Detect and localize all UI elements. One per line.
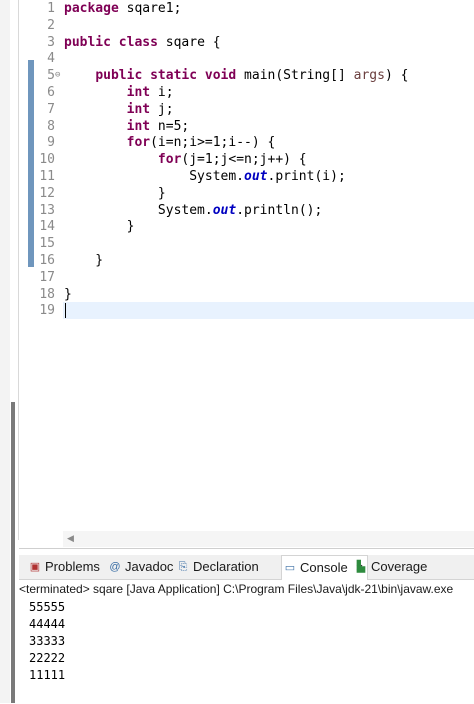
code-editor[interactable]: 1 package sqare1; 2 3 public class sqare { 4 5… bbox=[19, 0, 474, 548]
console-output-line: 22222 bbox=[29, 651, 66, 665]
code-line[interactable]: 2 bbox=[19, 17, 474, 34]
line-number: 11 bbox=[39, 169, 55, 184]
window-left-edge bbox=[0, 0, 10, 703]
line-number: 8 bbox=[47, 118, 55, 134]
console-status-line: <terminated> sqare [Java Application] C:… bbox=[19, 580, 474, 598]
line-number: 9 bbox=[47, 135, 55, 151]
tab-label: Coverage bbox=[371, 559, 428, 574]
code-line[interactable]: 9 for(i=n;i>=1;i--) { bbox=[19, 134, 474, 151]
code-text: int i; bbox=[126, 85, 174, 100]
console-output-line: 44444 bbox=[29, 617, 66, 631]
code-text: System.out.println(); bbox=[64, 202, 323, 218]
code-text: for(i=n;i>=1;i--) { bbox=[126, 135, 276, 151]
code-line[interactable]: 16 } bbox=[19, 252, 474, 269]
code-text: } bbox=[64, 185, 166, 201]
code-text: public static void main(String[] args) { bbox=[95, 68, 409, 84]
code-text: } bbox=[64, 219, 135, 235]
console-icon: ▭ bbox=[284, 562, 296, 574]
console-output-line: 11111 bbox=[29, 668, 66, 682]
code-line[interactable]: 14 } bbox=[19, 218, 474, 235]
line-number: 16 bbox=[39, 253, 55, 268]
code-line[interactable]: 15 bbox=[19, 235, 474, 252]
code-line[interactable]: 18} bbox=[19, 286, 474, 303]
code-line[interactable]: 6 int i; bbox=[19, 84, 474, 101]
code-line[interactable]: 8 int n=5; bbox=[19, 118, 474, 135]
code-line[interactable]: 4 bbox=[19, 50, 474, 67]
fold-toggle-icon[interactable]: ⊖ bbox=[55, 67, 60, 84]
javadoc-icon: @ bbox=[109, 561, 121, 573]
scroll-left-arrow-icon[interactable]: ◀ bbox=[67, 531, 74, 547]
code-text: int n=5; bbox=[126, 118, 190, 134]
line-number: 1 bbox=[47, 1, 55, 16]
line-number: 5 bbox=[47, 68, 55, 84]
console-output-line: 55555 bbox=[29, 600, 66, 614]
tab-label: Javadoc bbox=[125, 559, 174, 574]
text-cursor bbox=[65, 303, 66, 318]
code-line[interactable]: 5 ⊖ public static void main(String[] args… bbox=[19, 67, 474, 84]
declaration-icon: ⎘ bbox=[178, 561, 188, 573]
tab-label: Problems bbox=[45, 559, 100, 574]
console-output[interactable]: 55555 44444 33333 22222 11111 bbox=[29, 599, 65, 684]
code-line[interactable]: 11 System.out.print(i); bbox=[19, 168, 474, 185]
line-number: 4 bbox=[47, 51, 55, 67]
line-number: 6 bbox=[47, 85, 55, 100]
code-line[interactable]: 12 } bbox=[19, 185, 474, 202]
tab-problems[interactable]: ▣ Problems bbox=[29, 555, 100, 579]
line-number: 19 bbox=[39, 303, 55, 319]
code-text: package sqare1; bbox=[64, 1, 182, 16]
tab-declaration[interactable]: ⎘ Declaration bbox=[177, 555, 259, 579]
vertical-scrollbar[interactable] bbox=[11, 402, 15, 703]
bottom-view-panel: ▣ Problems @ Javadoc ⎘ Declaration ▭ Console × ▙ C… bbox=[19, 548, 474, 704]
tab-coverage[interactable]: ▙ Coverage bbox=[355, 555, 428, 579]
code-line[interactable]: 13 System.out.println(); bbox=[19, 202, 474, 219]
code-line[interactable]: 19 bbox=[19, 302, 474, 319]
code-line[interactable]: 1 package sqare1; bbox=[19, 0, 474, 17]
line-number: 15 bbox=[39, 236, 55, 252]
line-number: 7 bbox=[47, 101, 55, 117]
tab-javadoc[interactable]: @ Javadoc bbox=[109, 555, 173, 579]
code-line[interactable]: 3 public class sqare { bbox=[19, 34, 474, 51]
code-text: System.out.print(i); bbox=[64, 169, 346, 184]
tab-label: Console bbox=[300, 560, 348, 575]
problems-icon: ▣ bbox=[29, 561, 41, 573]
line-number: 13 bbox=[39, 202, 55, 218]
code-text: } bbox=[64, 253, 104, 268]
line-number: 2 bbox=[47, 17, 55, 33]
code-line[interactable]: 10 for(j=1;j<=n;j++) { bbox=[19, 151, 474, 168]
code-text: public class sqare { bbox=[64, 34, 221, 50]
console-output-line: 33333 bbox=[29, 634, 66, 648]
line-number: 18 bbox=[39, 286, 55, 302]
line-number: 14 bbox=[39, 219, 55, 235]
code-line[interactable]: 7 int j; bbox=[19, 101, 474, 118]
tab-label: Declaration bbox=[193, 559, 259, 574]
line-number: 17 bbox=[39, 269, 55, 285]
horizontal-scrollbar[interactable]: ◀ bbox=[63, 531, 474, 547]
line-number: 12 bbox=[39, 185, 55, 201]
line-number: 10 bbox=[39, 152, 55, 168]
code-text: } bbox=[64, 286, 72, 302]
coverage-icon: ▙ bbox=[356, 561, 366, 573]
code-text: for(j=1;j<=n;j++) { bbox=[157, 152, 307, 168]
line-number: 3 bbox=[47, 34, 55, 50]
code-line[interactable]: 17 bbox=[19, 269, 474, 286]
view-tab-bar: ▣ Problems @ Javadoc ⎘ Declaration ▭ Console × ▙ C… bbox=[19, 555, 474, 580]
code-text: int j; bbox=[126, 101, 174, 117]
